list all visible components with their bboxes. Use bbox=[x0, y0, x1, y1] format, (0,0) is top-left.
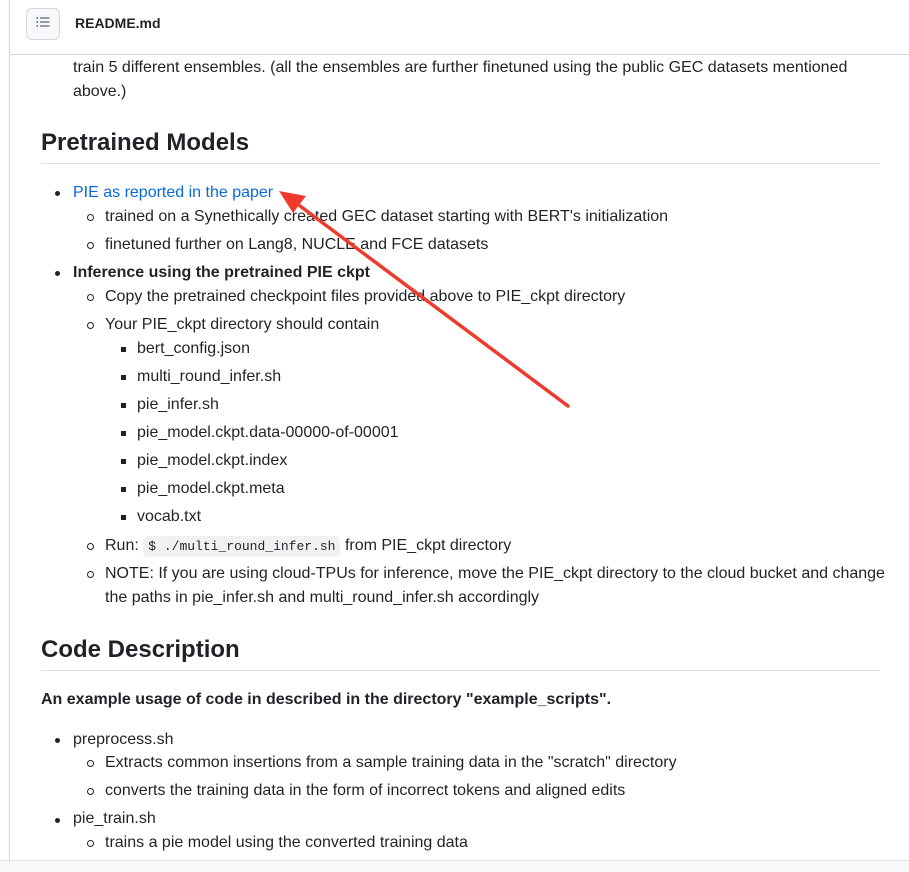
run-label: Run: bbox=[105, 537, 139, 554]
inference-title: Inference using the pretrained PIE ckpt bbox=[73, 264, 370, 281]
note-line1: NOTE: If you are using cloud-TPUs for in… bbox=[105, 565, 885, 582]
script-subitem: Extracts common insertions from a sample… bbox=[105, 754, 677, 771]
list-bullet bbox=[121, 459, 126, 464]
file-item: bert_config.json bbox=[137, 340, 250, 357]
list-bullet bbox=[121, 487, 126, 492]
list-bullet bbox=[121, 403, 126, 408]
list-bullet bbox=[121, 431, 126, 436]
list-item-copy: Copy the pretrained checkpoint files pro… bbox=[105, 288, 626, 305]
script-subitem: converts the training data in the form o… bbox=[105, 782, 626, 799]
list-bullet bbox=[87, 571, 94, 578]
pie-paper-link[interactable]: PIE as reported in the paper bbox=[73, 181, 273, 205]
intro-text-line1: train 5 different ensembles. (all the en… bbox=[73, 59, 848, 76]
list-bullet bbox=[55, 818, 60, 823]
list-item-synthetic: trained on a Synethically created GEC da… bbox=[105, 208, 669, 225]
list-bullet bbox=[87, 294, 94, 301]
list-bullet bbox=[87, 760, 94, 767]
file-name: README.md bbox=[75, 15, 161, 31]
file-item: pie_infer.sh bbox=[137, 396, 219, 413]
intro-text-line2: above.) bbox=[73, 83, 127, 100]
heading-code-description: Code Description bbox=[41, 636, 880, 671]
bottom-scroll-area bbox=[0, 860, 909, 872]
list-bullet bbox=[87, 214, 94, 221]
file-item: pie_model.ckpt.meta bbox=[137, 480, 285, 497]
list-bullet bbox=[87, 543, 94, 550]
list-item-contain: Your PIE_ckpt directory should contain bbox=[105, 316, 380, 333]
file-item: pie_model.ckpt.data-00000-of-00001 bbox=[137, 424, 399, 441]
list-bullet bbox=[87, 242, 94, 249]
list-bullet bbox=[55, 738, 60, 743]
list-item-run: Run: $ ./multi_round_infer.sh from PIE_c… bbox=[105, 534, 511, 559]
list-bullet bbox=[87, 840, 94, 847]
file-item: vocab.txt bbox=[137, 508, 202, 525]
script-item: pie_train.sh bbox=[73, 810, 156, 827]
list-bullet bbox=[87, 788, 94, 795]
file-item: pie_model.ckpt.index bbox=[137, 452, 288, 469]
list-unordered-icon bbox=[35, 14, 51, 35]
file-header: README.md bbox=[10, 0, 909, 55]
script-subitem: trains a pie model using the converted t… bbox=[105, 834, 468, 851]
list-bullet bbox=[87, 322, 94, 329]
list-bullet bbox=[55, 191, 60, 196]
script-item: preprocess.sh bbox=[73, 731, 174, 748]
run-suffix: from PIE_ckpt directory bbox=[344, 537, 512, 554]
heading-pretrained-models: Pretrained Models bbox=[41, 129, 880, 164]
list-item-finetuned: finetuned further on Lang8, NUCLE and FC… bbox=[105, 236, 489, 253]
code-description-summary: An example usage of code in described in… bbox=[41, 691, 612, 708]
run-command-code: $ ./multi_round_infer.sh bbox=[143, 536, 341, 557]
note-line2: the paths in pie_infer.sh and multi_roun… bbox=[105, 589, 540, 606]
list-bullet bbox=[121, 515, 126, 520]
list-bullet bbox=[121, 375, 126, 380]
list-bullet bbox=[55, 271, 60, 276]
file-item: multi_round_infer.sh bbox=[137, 368, 282, 385]
list-bullet bbox=[121, 347, 126, 352]
toc-button[interactable] bbox=[26, 8, 60, 40]
